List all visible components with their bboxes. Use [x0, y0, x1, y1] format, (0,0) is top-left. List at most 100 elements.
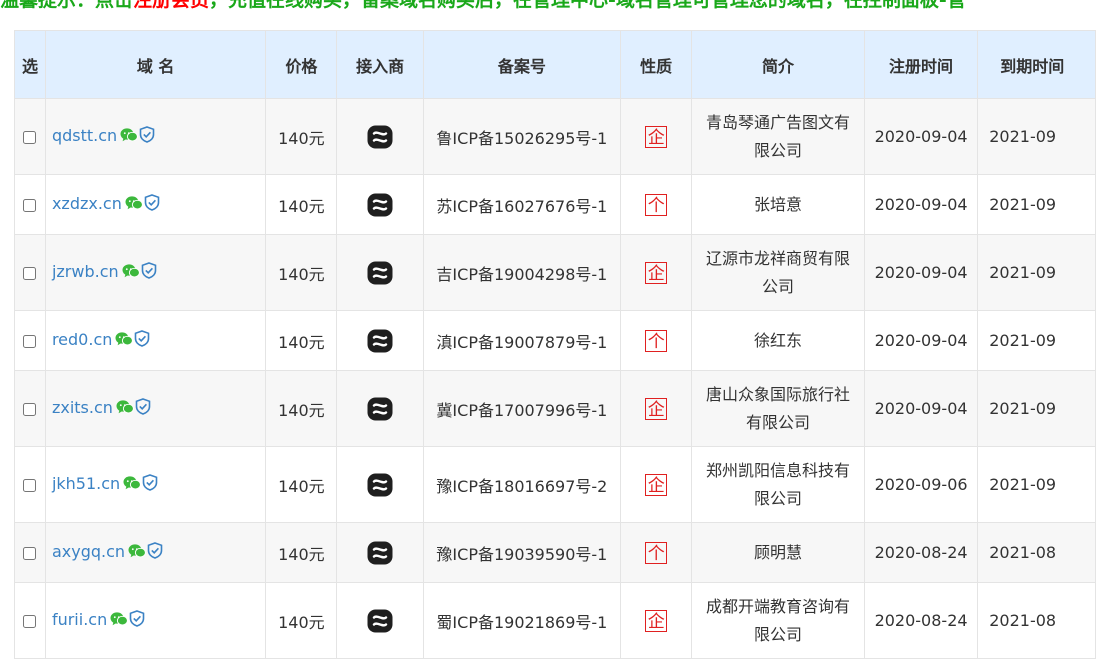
row-checkbox[interactable]: [23, 131, 37, 144]
header-provider: 接入商: [336, 30, 424, 99]
register-member-link[interactable]: 注册会员: [133, 0, 209, 11]
nature-cell: 企: [620, 98, 693, 175]
wechat-icon[interactable]: [122, 263, 140, 283]
header-intro: 简介: [691, 30, 865, 99]
provider-cell: [336, 582, 424, 659]
price-cell: 140元: [265, 174, 338, 235]
verified-shield-icon[interactable]: [142, 474, 158, 495]
wechat-icon[interactable]: [125, 195, 143, 215]
icp-cell: 鲁ICP备15026295号-1: [422, 98, 622, 175]
wechat-icon[interactable]: [128, 543, 146, 563]
exp-date-cell: 2021-09: [977, 234, 1096, 311]
domain-link[interactable]: jkh51.cn: [52, 474, 120, 493]
provider-logo-icon: [367, 473, 393, 496]
header-icp: 备案号: [422, 30, 622, 99]
domain-cell: red0.cn: [44, 310, 267, 371]
provider-logo-icon: [367, 329, 393, 352]
wechat-icon[interactable]: [115, 331, 134, 351]
provider-logo-icon: [367, 541, 393, 564]
domain-cell: qdstt.cn: [44, 98, 267, 175]
domain-cell: furii.cn: [44, 582, 267, 659]
table-row: red0.cn 140元 滇ICP备19007879号-1 个 徐红东 2020…: [14, 310, 1096, 371]
domain-cell: xzdzx.cn: [44, 174, 267, 235]
nature-cell: 个: [620, 522, 693, 583]
notice-prefix: 温馨提示：点击: [0, 0, 134, 11]
wechat-icon[interactable]: [120, 127, 139, 147]
intro-cell: 张培意: [691, 174, 865, 235]
row-checkbox[interactable]: [23, 335, 37, 348]
provider-logo-icon: [367, 125, 393, 148]
intro-cell: 郑州凯阳信息科技有限公司: [691, 446, 865, 523]
table-row: axygq.cn 140元 豫ICP备19039590号-1 个 顾明慧 202…: [14, 522, 1096, 583]
verified-shield-icon[interactable]: [147, 542, 163, 563]
price-cell: 140元: [265, 98, 338, 175]
verified-shield-icon[interactable]: [134, 330, 150, 351]
price-cell: 140元: [265, 446, 338, 523]
exp-date-cell: 2021-09: [977, 446, 1096, 523]
notice-banner: 温馨提示：点击注册会员，充值在线购买，留案域名购买后，在管理中心-域名管理可管理…: [0, 0, 1096, 14]
row-checkbox[interactable]: [23, 403, 37, 416]
table-header-row: 选 域 名 价格 接入商 备案号 性质 简介 注册时间 到期时间: [14, 30, 1096, 99]
header-domain: 域 名: [44, 30, 267, 99]
domain-link[interactable]: furii.cn: [52, 610, 107, 629]
domain-link[interactable]: jzrwb.cn: [52, 262, 119, 281]
table-row: qdstt.cn 140元 鲁ICP备15026295号-1 企 青岛琴通广告图…: [14, 98, 1096, 175]
domain-cell: jzrwb.cn: [44, 234, 267, 311]
domain-link[interactable]: red0.cn: [52, 330, 112, 349]
nature-cell: 企: [620, 446, 693, 523]
intro-cell: 顾明慧: [691, 522, 865, 583]
domain-cell: jkh51.cn: [44, 446, 267, 523]
intro-cell: 青岛琴通广告图文有限公司: [691, 98, 865, 175]
exp-date-cell: 2021-08: [977, 522, 1096, 583]
nature-cell: 企: [620, 370, 693, 447]
reg-date-cell: 2020-09-06: [863, 446, 979, 523]
row-checkbox[interactable]: [23, 199, 37, 212]
price-cell: 140元: [265, 310, 338, 371]
price-cell: 140元: [265, 234, 338, 311]
domain-link[interactable]: zxits.cn: [52, 398, 113, 417]
verified-shield-icon[interactable]: [129, 610, 145, 631]
intro-cell: 唐山众象国际旅行社有限公司: [691, 370, 865, 447]
exp-date-cell: 2021-09: [977, 310, 1096, 371]
verified-shield-icon[interactable]: [135, 398, 151, 419]
notice-suffix: ，充值在线购买，留案域名购买后，在管理中心-域名管理可管理您的域名，在控制面板-…: [209, 0, 966, 11]
exp-date-cell: 2021-08: [977, 582, 1096, 659]
provider-cell: [336, 98, 424, 175]
wechat-icon[interactable]: [110, 611, 129, 631]
nature-badge: 企: [645, 397, 668, 420]
verified-shield-icon[interactable]: [144, 194, 160, 215]
select-cell: [14, 174, 46, 235]
nature-cell: 企: [620, 582, 693, 659]
reg-date-cell: 2020-09-04: [863, 98, 979, 175]
price-cell: 140元: [265, 582, 338, 659]
header-price: 价格: [265, 30, 338, 99]
icp-cell: 滇ICP备19007879号-1: [422, 310, 622, 371]
provider-cell: [336, 310, 424, 371]
domain-link[interactable]: xzdzx.cn: [52, 194, 122, 213]
table-row: zxits.cn 140元 冀ICP备17007996号-1 企 唐山众象国际旅…: [14, 370, 1096, 447]
nature-cell: 个: [620, 310, 693, 371]
row-checkbox[interactable]: [23, 267, 37, 280]
nature-badge: 企: [645, 261, 668, 284]
row-checkbox[interactable]: [23, 615, 37, 628]
price-cell: 140元: [265, 370, 338, 447]
provider-logo-icon: [367, 261, 393, 284]
domain-link[interactable]: axygq.cn: [52, 542, 125, 561]
row-checkbox[interactable]: [23, 479, 37, 492]
verified-shield-icon[interactable]: [141, 262, 157, 283]
verified-shield-icon[interactable]: [139, 126, 155, 147]
row-checkbox[interactable]: [23, 547, 37, 560]
intro-cell: 成都开端教育咨询有限公司: [691, 582, 865, 659]
reg-date-cell: 2020-09-04: [863, 370, 979, 447]
domain-link[interactable]: qdstt.cn: [52, 126, 117, 145]
wechat-icon[interactable]: [123, 475, 142, 495]
table-row: furii.cn 140元 蜀ICP备19021869号-1 企 成都开端教育咨…: [14, 582, 1096, 659]
table-row: jzrwb.cn 140元 吉ICP备19004298号-1 企 辽源市龙祥商贸…: [14, 234, 1096, 311]
select-cell: [14, 522, 46, 583]
wechat-icon[interactable]: [116, 399, 134, 419]
nature-badge: 企: [645, 473, 668, 496]
provider-cell: [336, 370, 424, 447]
nature-badge: 个: [645, 193, 668, 216]
reg-date-cell: 2020-09-04: [863, 174, 979, 235]
exp-date-cell: 2021-09: [977, 370, 1096, 447]
